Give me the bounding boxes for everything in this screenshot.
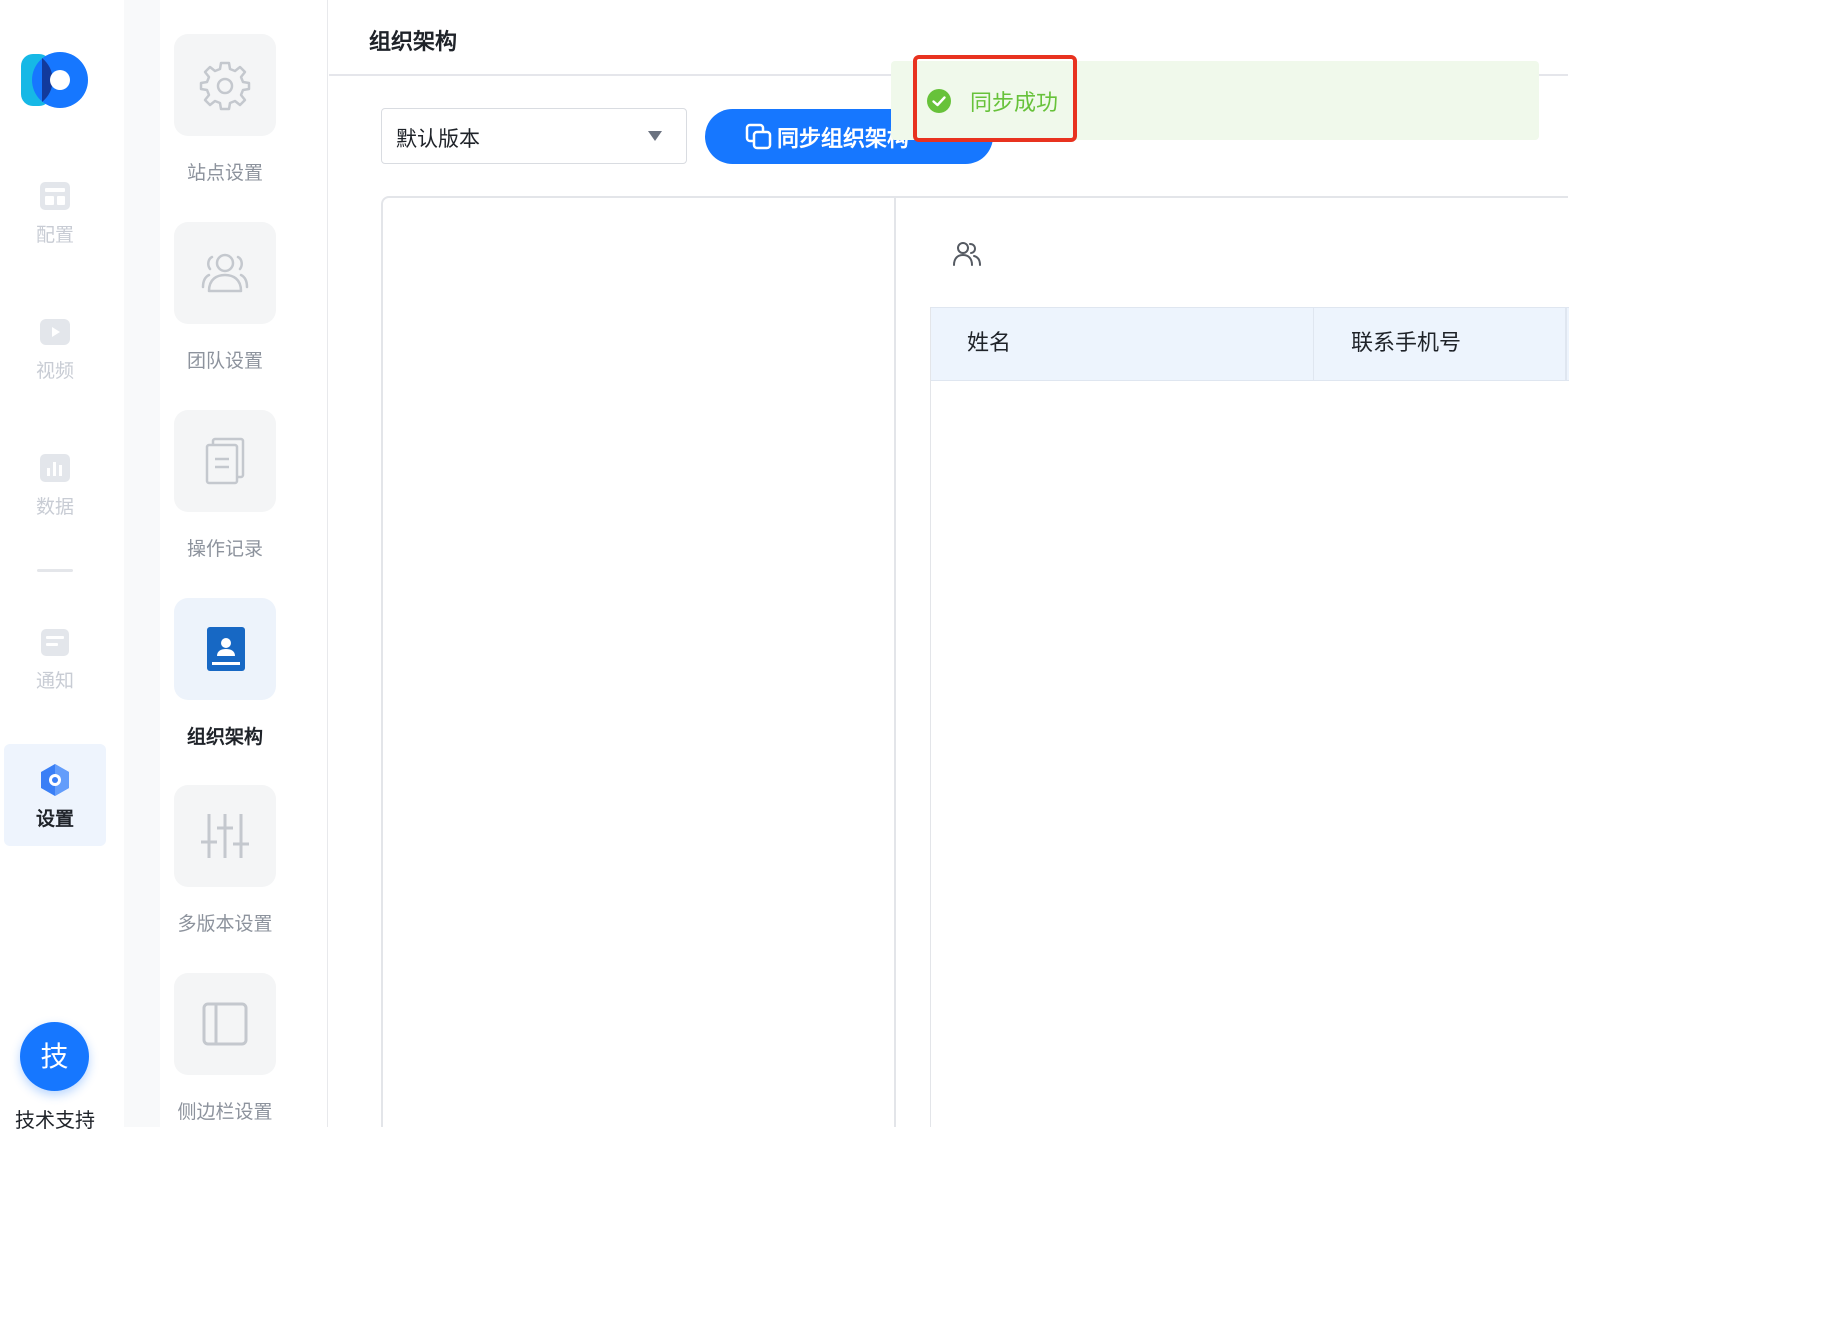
- primary-sidebar: 配置 视频 数据 通知 设置 技 技术支持: [0, 0, 124, 1132]
- video-icon: [37, 314, 73, 350]
- notice-icon: [37, 624, 73, 660]
- sync-org-button-label: 同步组织架构: [777, 127, 910, 152]
- menu-item-operation-log[interactable]: 操作记录: [160, 410, 328, 570]
- rail-item-data[interactable]: 数据: [4, 432, 106, 534]
- menu-item-multi-version[interactable]: 多版本设置: [160, 785, 328, 945]
- rail-item-label: 配置: [35, 224, 74, 246]
- column-header-phone[interactable]: 联系手机号: [1351, 308, 1461, 380]
- menu-item-org-structure[interactable]: 组织架构: [160, 598, 328, 758]
- contact-book-icon: [207, 627, 245, 671]
- sidebar-icon: [202, 1002, 248, 1046]
- caret-down-icon: [648, 131, 662, 141]
- menu-item-team-settings[interactable]: 团队设置: [160, 222, 328, 382]
- main-content: 组织架构 默认版本 同步组织架构 姓名 联系手机号: [329, 0, 1569, 1127]
- menu-item-tile: [174, 34, 276, 136]
- menu-item-label: 站点设置: [186, 162, 263, 184]
- menu-item-tile: [174, 222, 276, 324]
- copy-icon: [745, 123, 772, 150]
- column-divider: [1313, 308, 1314, 380]
- column-header-name[interactable]: 姓名: [967, 308, 1011, 380]
- menu-item-label: 侧边栏设置: [177, 1101, 273, 1123]
- menu-item-tile: [174, 973, 276, 1075]
- settings-menu: 站点设置 团队设置 操作记录 组织架构 多版本设置 侧边栏设置: [160, 0, 328, 1127]
- version-select-value: 默认版本: [396, 127, 480, 151]
- app-logo[interactable]: [20, 52, 90, 108]
- version-select[interactable]: 默认版本: [381, 108, 687, 164]
- table-header: 姓名 联系手机号: [931, 307, 1569, 381]
- menu-item-site-settings[interactable]: 站点设置: [160, 34, 328, 194]
- menu-item-tile: [174, 410, 276, 512]
- tech-support-button[interactable]: 技: [20, 1022, 89, 1091]
- settings-hex-icon: [37, 762, 73, 798]
- page-title: 组织架构: [369, 30, 458, 55]
- rail-item-label: 设置: [35, 808, 74, 830]
- rail-divider: [37, 569, 73, 572]
- document-icon: [205, 437, 245, 485]
- menu-item-label: 组织架构: [186, 726, 263, 748]
- rail-item-config[interactable]: 配置: [4, 160, 106, 262]
- members-table: 姓名 联系手机号: [930, 307, 1569, 1127]
- rail-item-label: 通知: [35, 670, 74, 692]
- annotation-highlight-box: [913, 55, 1077, 142]
- team-icon: [201, 253, 249, 293]
- menu-item-label: 操作记录: [186, 538, 263, 560]
- chart-icon: [37, 450, 73, 486]
- rail-item-notice[interactable]: 通知: [4, 606, 106, 708]
- rail-item-settings[interactable]: 设置: [4, 744, 106, 846]
- rail-item-video[interactable]: 视频: [4, 296, 106, 398]
- menu-item-tile: [174, 598, 276, 700]
- menu-item-tile: [174, 785, 276, 887]
- menu-item-label: 团队设置: [186, 350, 263, 372]
- layout-icon: [37, 178, 73, 214]
- rail-item-label: 视频: [35, 360, 74, 382]
- menu-item-label: 多版本设置: [177, 913, 273, 935]
- sliders-icon: [201, 814, 249, 858]
- panel-divider: [894, 196, 896, 1127]
- members-icon: [953, 242, 981, 266]
- rail-item-label: 数据: [35, 496, 74, 518]
- tech-support-label: 技术支持: [15, 1108, 95, 1132]
- column-divider: [1565, 308, 1567, 380]
- gear-icon: [199, 61, 251, 111]
- menu-item-sidebar-settings[interactable]: 侧边栏设置: [160, 973, 328, 1133]
